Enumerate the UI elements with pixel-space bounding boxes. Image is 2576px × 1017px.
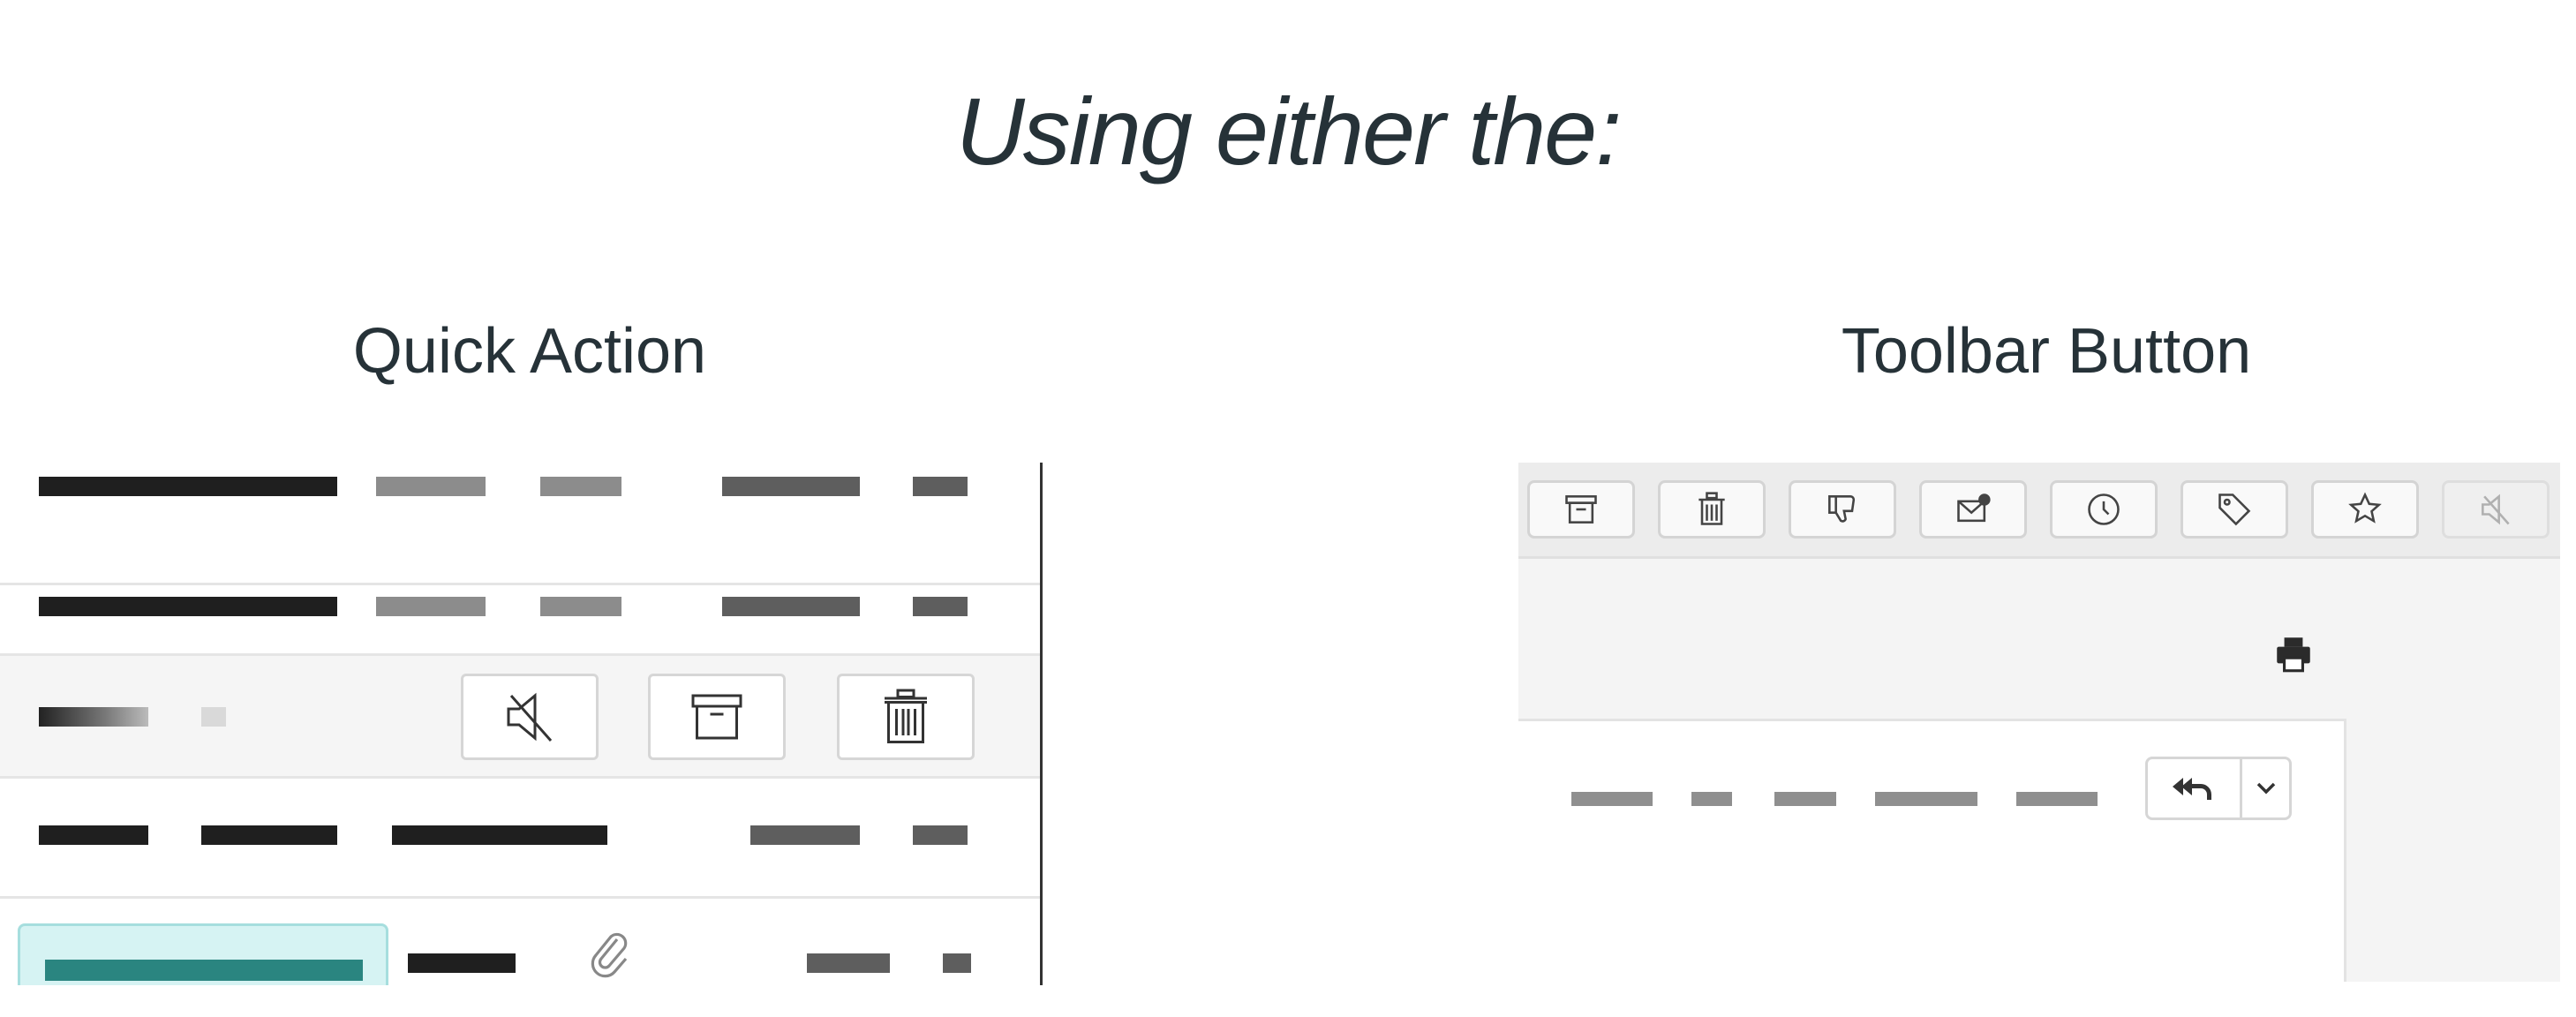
tag-icon	[2218, 493, 2251, 526]
subject-placeholder	[376, 477, 486, 496]
thumbs-down-icon	[1828, 495, 1856, 523]
subject-placeholder	[376, 597, 486, 616]
spam-toolbar-button[interactable]	[1789, 480, 1896, 539]
date-placeholder	[722, 477, 860, 496]
sender-placeholder	[39, 597, 337, 616]
delete-toolbar-button[interactable]	[1658, 480, 1766, 539]
subject-placeholder	[408, 953, 516, 973]
snippet-placeholder	[540, 477, 621, 496]
snippet-placeholder	[392, 825, 607, 845]
mark-unread-toolbar-button[interactable]	[1919, 480, 2027, 539]
list-row-hovered[interactable]	[0, 653, 1040, 779]
size-placeholder	[913, 477, 968, 496]
subject-placeholder	[201, 707, 226, 727]
archive-icon	[1565, 495, 1597, 524]
meta-placeholder	[2016, 792, 2098, 806]
toolbar	[1518, 463, 2560, 559]
list-row[interactable]	[0, 776, 1040, 899]
quick-action-list	[0, 463, 1042, 985]
trash-icon	[885, 689, 927, 743]
mute-button[interactable]	[461, 674, 599, 760]
mute-icon	[507, 692, 553, 742]
sender-placeholder	[39, 477, 337, 496]
attachment-icon	[591, 932, 628, 978]
clock-icon	[2088, 493, 2120, 525]
toolbar-button-heading: Toolbar Button	[1841, 316, 2252, 387]
reply-options-button[interactable]	[2242, 759, 2289, 817]
selected-row[interactable]	[18, 923, 388, 985]
date-placeholder	[722, 597, 860, 616]
snooze-toolbar-button[interactable]	[2050, 480, 2158, 539]
archive-button[interactable]	[648, 674, 786, 760]
tag-toolbar-button[interactable]	[2181, 480, 2288, 539]
star-icon	[2348, 492, 2382, 524]
star-toolbar-button[interactable]	[2311, 480, 2419, 539]
sender-placeholder	[39, 707, 148, 727]
archive-toolbar-button[interactable]	[1527, 480, 1635, 539]
archive-icon	[691, 694, 742, 740]
date-placeholder	[807, 953, 890, 973]
subject-placeholder	[1875, 792, 1977, 806]
quick-action-heading: Quick Action	[352, 316, 707, 387]
mark-unread-icon	[1957, 493, 1991, 523]
to-placeholder	[1691, 792, 1732, 806]
mute-icon	[2482, 493, 2510, 525]
sender-placeholder	[45, 960, 363, 981]
size-placeholder	[913, 597, 968, 616]
page-title: Using either the:	[955, 78, 1622, 185]
reply-all-icon	[2173, 778, 2211, 800]
subject-placeholder	[201, 825, 337, 845]
list-row[interactable]	[0, 463, 1040, 585]
delete-button[interactable]	[837, 674, 975, 760]
reply-all-button[interactable]	[2148, 759, 2242, 817]
snippet-placeholder	[540, 597, 621, 616]
trash-icon	[1699, 492, 1725, 525]
panel-divider	[1040, 463, 1043, 985]
from-placeholder	[1571, 792, 1653, 806]
mute-toolbar-button[interactable]	[2442, 480, 2550, 539]
printer-icon[interactable]	[2271, 632, 2316, 676]
date-placeholder	[1774, 792, 1836, 806]
size-placeholder	[943, 953, 971, 973]
date-placeholder	[750, 825, 860, 845]
size-placeholder	[913, 825, 968, 845]
message-header	[1518, 719, 2346, 982]
reply-button-group	[2145, 757, 2292, 820]
sender-placeholder	[39, 825, 148, 845]
chevron-down-icon	[2256, 782, 2275, 795]
toolbar-panel	[1518, 463, 2560, 982]
